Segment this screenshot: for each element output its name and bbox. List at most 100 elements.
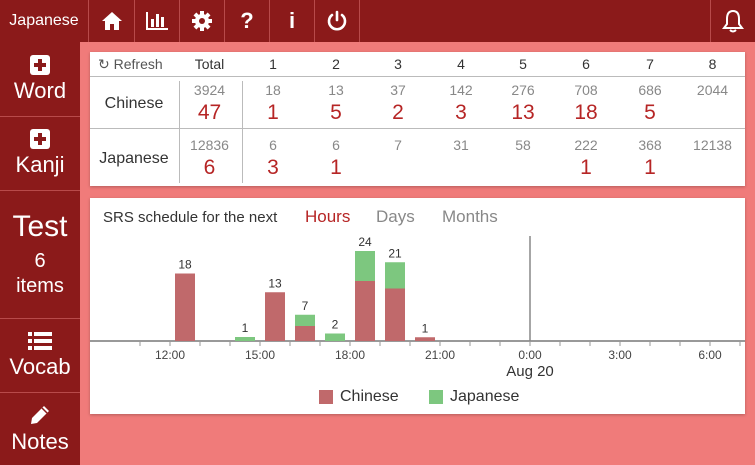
level-count: 7 bbox=[394, 137, 402, 153]
level-due[interactable]: 3 bbox=[436, 101, 486, 125]
legend-japanese: Japanese bbox=[429, 388, 519, 406]
notifications-button[interactable] bbox=[710, 0, 755, 42]
bar-japanese bbox=[385, 262, 405, 289]
bar-total-label: 1 bbox=[422, 321, 429, 335]
level-due[interactable]: 1 bbox=[561, 156, 611, 180]
bar-chinese bbox=[385, 288, 405, 341]
add-kanji-button[interactable]: Kanji bbox=[0, 117, 80, 191]
level-header: 2 bbox=[332, 56, 340, 72]
home-button[interactable] bbox=[90, 0, 135, 42]
pencil-icon bbox=[31, 405, 49, 424]
bar-japanese bbox=[355, 251, 375, 281]
bar-japanese bbox=[235, 337, 255, 341]
level-count: 12138 bbox=[693, 137, 732, 153]
level-count: 18 bbox=[265, 82, 281, 98]
level-header: 1 bbox=[269, 56, 277, 72]
bar-total-label: 7 bbox=[302, 299, 309, 313]
level-count: 708 bbox=[574, 82, 598, 98]
info-icon: i bbox=[288, 8, 296, 33]
level-due[interactable]: 1 bbox=[625, 156, 675, 180]
plus-icon bbox=[30, 129, 50, 150]
level-due[interactable]: 1 bbox=[248, 101, 298, 125]
level-due[interactable]: 3 bbox=[248, 156, 298, 180]
bar-total-label: 21 bbox=[388, 246, 402, 260]
x-tick-label: 12:00 bbox=[155, 348, 185, 362]
total-count: 12836 bbox=[190, 137, 229, 153]
level-header: 8 bbox=[708, 56, 717, 72]
bar-chinese bbox=[175, 273, 195, 341]
x-tick-label: 3:00 bbox=[608, 348, 632, 362]
refresh-label: Refresh bbox=[113, 56, 163, 72]
level-count: 686 bbox=[638, 82, 662, 98]
bar-total-label: 2 bbox=[332, 318, 339, 332]
test-item-count: 6 bbox=[34, 250, 46, 272]
bar-total-label: 18 bbox=[178, 258, 192, 272]
legend-label: Japanese bbox=[450, 388, 520, 405]
legend-chinese: Chinese bbox=[319, 388, 399, 406]
date-label: Aug 20 bbox=[506, 363, 554, 380]
divider bbox=[90, 128, 745, 129]
home-icon bbox=[102, 12, 122, 30]
legend-label: Chinese bbox=[340, 388, 399, 405]
legend-swatch bbox=[429, 390, 443, 404]
level-count: 6 bbox=[332, 137, 340, 153]
level-count: 37 bbox=[390, 82, 406, 98]
row-label-chinese: Chinese bbox=[104, 95, 164, 112]
settings-icon bbox=[192, 11, 212, 31]
level-count: 222 bbox=[574, 137, 598, 153]
test-title: Test bbox=[12, 210, 68, 243]
total-header: Total bbox=[194, 56, 225, 72]
total-due[interactable]: 6 bbox=[182, 156, 237, 180]
bar-japanese bbox=[295, 314, 315, 326]
vocab-button[interactable]: Vocab bbox=[0, 319, 80, 393]
row-label-japanese: Japanese bbox=[99, 150, 169, 167]
language-selector[interactable]: Japanese bbox=[0, 0, 89, 42]
test-button[interactable]: Test 6 items bbox=[0, 191, 80, 319]
level-due[interactable]: 5 bbox=[311, 101, 361, 125]
top-bar: Japanese ? i bbox=[0, 0, 755, 42]
level-due[interactable]: 18 bbox=[561, 101, 611, 125]
stats-icon bbox=[146, 12, 168, 30]
level-header: 4 bbox=[457, 56, 465, 72]
level-header: 5 bbox=[519, 56, 527, 72]
level-due[interactable]: 2 bbox=[373, 101, 423, 125]
level-header: 3 bbox=[394, 56, 402, 72]
level-due[interactable]: 5 bbox=[625, 101, 675, 125]
total-due[interactable]: 47 bbox=[182, 101, 237, 125]
divider bbox=[179, 81, 180, 183]
help-button[interactable]: ? bbox=[225, 0, 270, 42]
divider bbox=[242, 81, 243, 183]
list-icon bbox=[28, 332, 52, 351]
refresh-icon: ↻ bbox=[98, 56, 110, 72]
help-icon: ? bbox=[240, 8, 254, 33]
level-count: 2044 bbox=[696, 82, 729, 98]
add-word-button[interactable]: Word bbox=[0, 42, 80, 117]
level-due[interactable]: 1 bbox=[311, 156, 361, 180]
legend-swatch bbox=[319, 390, 333, 404]
power-button[interactable] bbox=[315, 0, 360, 42]
level-header: 6 bbox=[582, 56, 590, 72]
total-count: 3924 bbox=[193, 82, 226, 98]
settings-button[interactable] bbox=[180, 0, 225, 42]
level-count: 31 bbox=[453, 137, 469, 153]
level-count: 276 bbox=[511, 82, 535, 98]
level-count: 13 bbox=[328, 82, 344, 98]
bar-total-label: 24 bbox=[358, 235, 372, 249]
refresh-button[interactable]: ↻ Refresh bbox=[98, 56, 163, 73]
info-button[interactable]: i bbox=[270, 0, 315, 42]
bar-total-label: 13 bbox=[268, 276, 282, 290]
stats-button[interactable] bbox=[135, 0, 180, 42]
bar-total-label: 1 bbox=[242, 321, 249, 335]
add-kanji-label: Kanji bbox=[15, 152, 65, 178]
bell-icon bbox=[722, 9, 744, 33]
notes-button[interactable]: Notes bbox=[0, 393, 80, 465]
vocab-label: Vocab bbox=[9, 354, 71, 380]
bar-chinese bbox=[415, 337, 435, 341]
level-header: 7 bbox=[646, 56, 654, 72]
notes-label: Notes bbox=[11, 428, 69, 454]
test-item-unit: items bbox=[16, 275, 64, 297]
level-due[interactable]: 13 bbox=[498, 101, 548, 125]
level-count: 6 bbox=[269, 137, 277, 153]
divider bbox=[90, 76, 745, 77]
bar-chinese bbox=[295, 326, 315, 341]
